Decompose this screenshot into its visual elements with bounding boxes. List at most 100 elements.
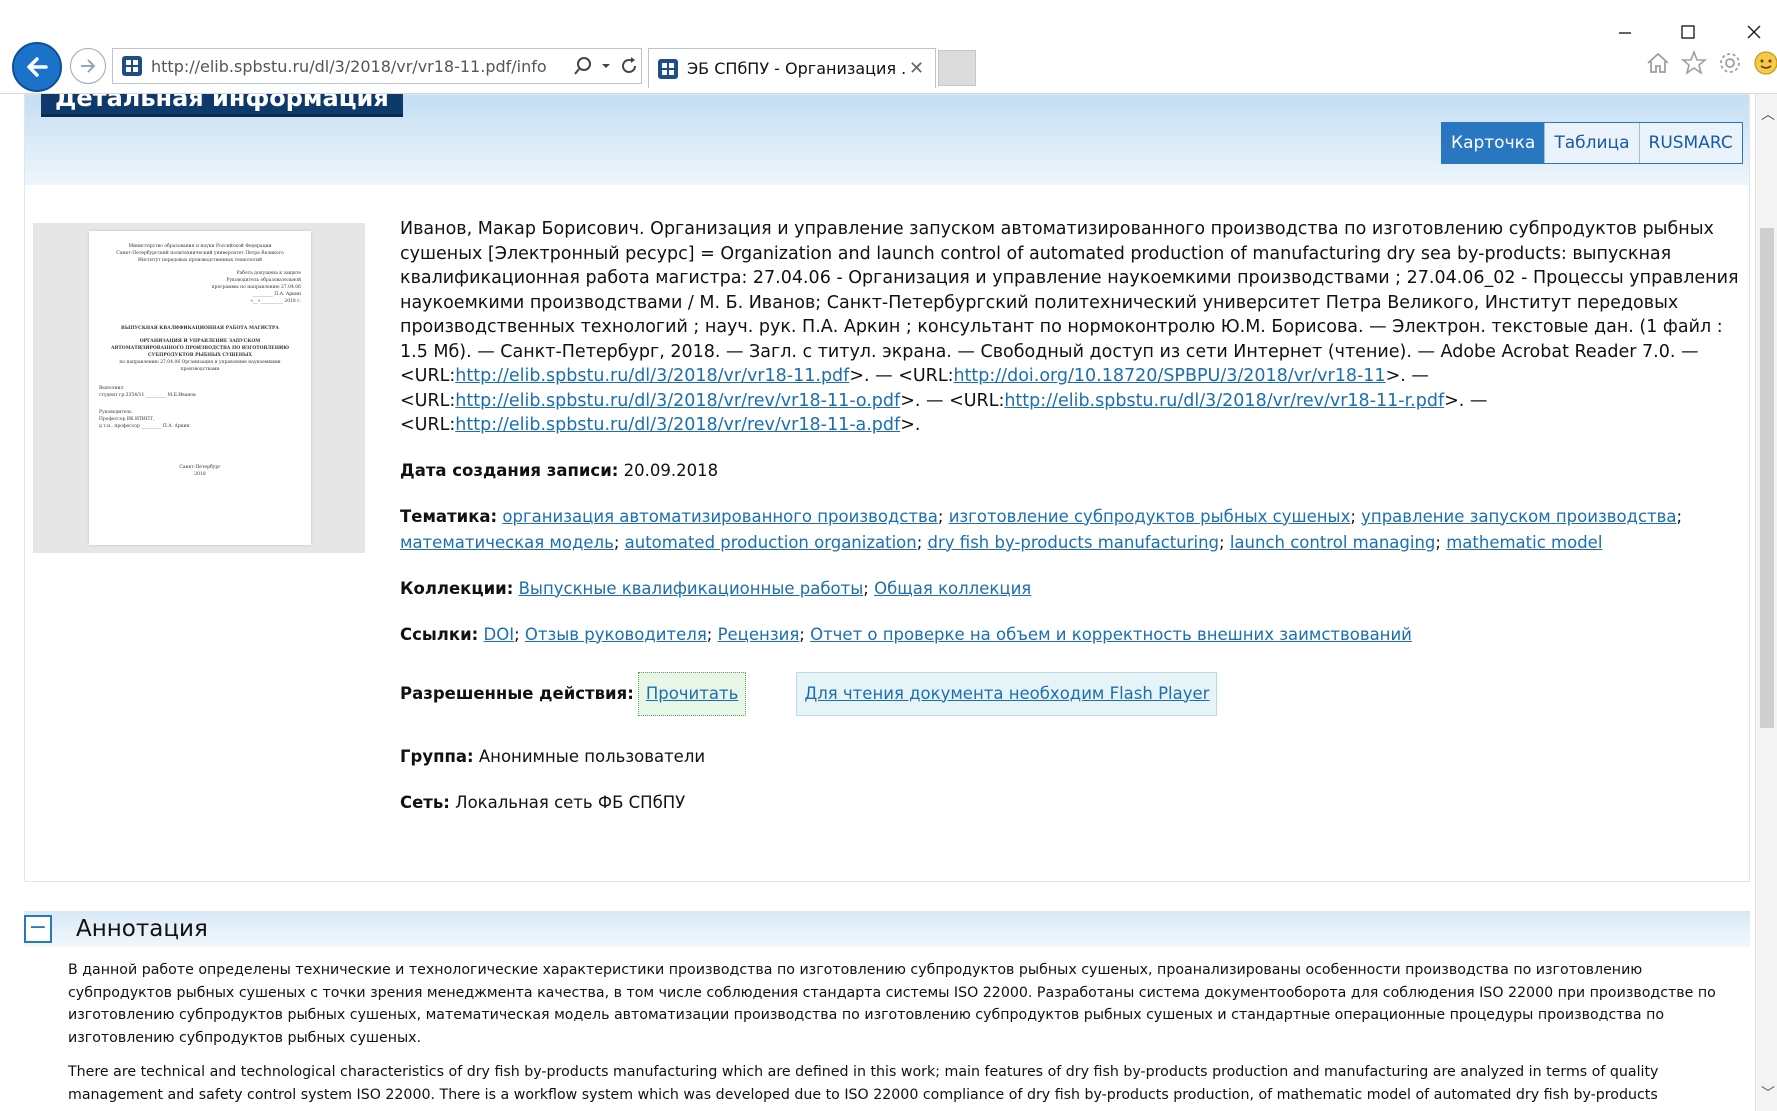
subject-link[interactable]: automated production organization [625,533,917,552]
subject-link[interactable]: управление запуском производства [1361,507,1676,526]
cover-line: студент гр.3354/11 _________ М.Б.Иванов [99,393,196,398]
cover-line: 2018 [194,472,206,477]
cover-line: СУБПРОДУКТОВ РЫБНЫХ СУШЕНЫХ [148,353,252,358]
scrollbar-thumb[interactable] [1760,228,1774,728]
url-suffix: >. — [849,366,899,386]
smiley-feedback-icon[interactable] [1753,50,1777,76]
maximize-icon [1681,25,1695,39]
browser-tab-active[interactable]: ЭБ СПбПУ - Организация ... ✕ [648,48,936,88]
cover-line: Институт передовых производственных техн… [138,258,262,263]
forward-button[interactable] [70,48,106,84]
citation-text: Иванов, Макар Борисович. Организация и у… [400,219,1739,362]
cover-thumbnail[interactable]: Министерство образования и науки Российс… [33,223,365,553]
read-button[interactable]: Прочитать [637,671,747,716]
field-label: Коллекции: [400,578,514,598]
url-suffix: >. — [900,390,950,411]
cover-line: Выполнил [99,386,124,391]
field-label: Ссылки: [400,624,479,644]
maximize-button[interactable] [1668,14,1708,50]
home-icon[interactable] [1645,50,1671,76]
page-content: Детальная информация Карточка Таблица RU… [0,94,1755,1111]
close-window-button[interactable] [1734,14,1774,50]
cover-line: Санкт-Петербургский политехнический унив… [116,251,284,256]
tab-title: ЭБ СПбПУ - Организация ... [687,59,905,78]
tab-rusmarc[interactable]: RUSMARC [1638,123,1742,163]
scroll-up-icon[interactable]: ︿ [1761,104,1775,124]
subject-link[interactable]: математическая модель [400,533,614,552]
url-prefix: <URL: [949,390,1005,411]
citation-url-link[interactable]: http://elib.spbstu.ru/dl/3/2018/vr/rev/v… [1004,391,1444,411]
supervisor-review-link[interactable]: Отзыв руководителя [525,625,707,644]
new-tab-button[interactable] [938,50,976,86]
plagiarism-report-link[interactable]: Отчет о проверке на объем и корректность… [810,625,1412,644]
review-link[interactable]: Рецензия [718,625,800,644]
cover-line: производствами [180,367,220,372]
settings-gear-icon[interactable] [1717,50,1743,76]
collapse-toggle-icon[interactable]: − [24,915,52,943]
cover-line: АВТОМАТИЗИРОВАННОГО ПРОИЗВОДСТВА ПО ИЗГО… [110,346,290,351]
subject-link[interactable]: изготовление субпродуктов рыбных сушеных [949,507,1351,526]
cover-line: Руководитель [99,410,132,415]
url-last-suffix: >. [900,415,921,435]
created-date-value: 20.09.2018 [623,460,719,480]
url-prefix: <URL: [400,366,456,386]
scroll-down-icon[interactable]: ﹀ [1761,1083,1775,1103]
citation-url-link[interactable]: http://elib.spbstu.ru/dl/3/2018/vr/rev/v… [455,415,900,435]
annotation-paragraph-en: There are technical and technological ch… [68,1064,1659,1103]
collections-field: Коллекции: Выпускные квалификационные ра… [400,578,1032,598]
citation-url-link[interactable]: http://doi.org/10.18720/SPBPU/3/2018/vr/… [953,366,1385,386]
favorites-star-icon[interactable] [1681,50,1707,76]
collection-link[interactable]: Выпускные квалификационные работы [519,579,864,598]
url-suffix: >. — [1444,390,1488,411]
field-label: Сеть: [400,792,450,812]
vertical-scrollbar[interactable]: ︿ ﹀ [1755,94,1777,1111]
doi-link[interactable]: DOI [484,625,515,644]
flash-player-link[interactable]: Для чтения документа необходим Flash Pla… [804,684,1209,703]
cover-line: «__»__________ 2018 г. [250,299,301,304]
network-field: Сеть: Локальная сеть ФБ СПбПУ [400,790,1740,816]
tab-card[interactable]: Карточка [1442,123,1545,163]
url-prefix: <URL: [400,415,456,435]
cover-line: по направлению 27.04.06 Организация и уп… [119,360,281,365]
cover-line: _________ П.А. Аркин [252,292,301,297]
subject-link[interactable]: dry fish by-products manufacturing [928,533,1219,552]
group-value: Анонимные пользователи [478,746,706,766]
cover-line: ОРГАНИЗАЦИЯ И УПРАВЛЕНИЕ ЗАПУСКОМ [139,339,261,344]
view-tabs: Карточка Таблица RUSMARC [1441,122,1743,164]
field-label: Дата создания записи: [400,460,619,480]
cover-line: Руководитель образовательной [226,278,301,283]
tab-favicon-icon [658,58,678,79]
citation-url-link[interactable]: http://elib.spbstu.ru/dl/3/2018/vr/vr18-… [455,366,849,386]
detail-panel: Детальная информация Карточка Таблица RU… [24,94,1750,882]
collection-link[interactable]: Общая коллекция [874,579,1031,598]
search-icon[interactable] [573,56,593,76]
tab-table[interactable]: Таблица [1544,123,1639,163]
flash-player-button[interactable]: Для чтения документа необходим Flash Pla… [796,671,1218,716]
read-link[interactable]: Прочитать [646,684,739,703]
record-details: Иванов, Макар Борисович. Организация и у… [400,217,1740,816]
minimize-icon [1619,32,1631,34]
field-label: Разрешенные действия: [400,683,634,703]
citation-url-link[interactable]: http://elib.spbstu.ru/dl/3/2018/vr/rev/v… [455,391,900,411]
cover-line: ВЫПУСКНАЯ КВАЛИФИКАЦИОННАЯ РАБОТА МАГИСТ… [121,326,279,331]
subject-link[interactable]: организация автоматизированного производ… [502,507,938,526]
created-date-field: Дата создания записи: 20.09.2018 [400,458,1740,484]
subject-link[interactable]: mathematic model [1446,533,1602,552]
back-button[interactable] [12,42,62,92]
refresh-icon[interactable] [619,56,639,76]
close-icon [1747,25,1761,39]
site-favicon-icon [122,56,142,76]
dropdown-arrow-icon[interactable] [601,61,611,71]
url-prefix: <URL: [400,390,456,411]
annotation-header[interactable]: − Аннотация [24,911,1750,947]
address-bar[interactable]: http://elib.spbstu.ru/dl/3/2018/vr/vr18-… [112,48,642,84]
minimize-button[interactable] [1605,14,1645,50]
cover-line: программы по направлению 27.04.06 [211,285,301,290]
forward-arrow-icon [81,59,96,73]
address-url[interactable]: http://elib.spbstu.ru/dl/3/2018/vr/vr18-… [151,57,561,76]
annotation-title: Аннотация [76,916,208,942]
tab-close-button[interactable]: ✕ [909,58,924,79]
annotation-paragraph-ru: В данной работе определены технические и… [68,962,1716,1046]
cover-line: Профессор ВК ИТИПТ, [99,417,155,422]
subject-link[interactable]: launch control managing [1230,533,1436,552]
